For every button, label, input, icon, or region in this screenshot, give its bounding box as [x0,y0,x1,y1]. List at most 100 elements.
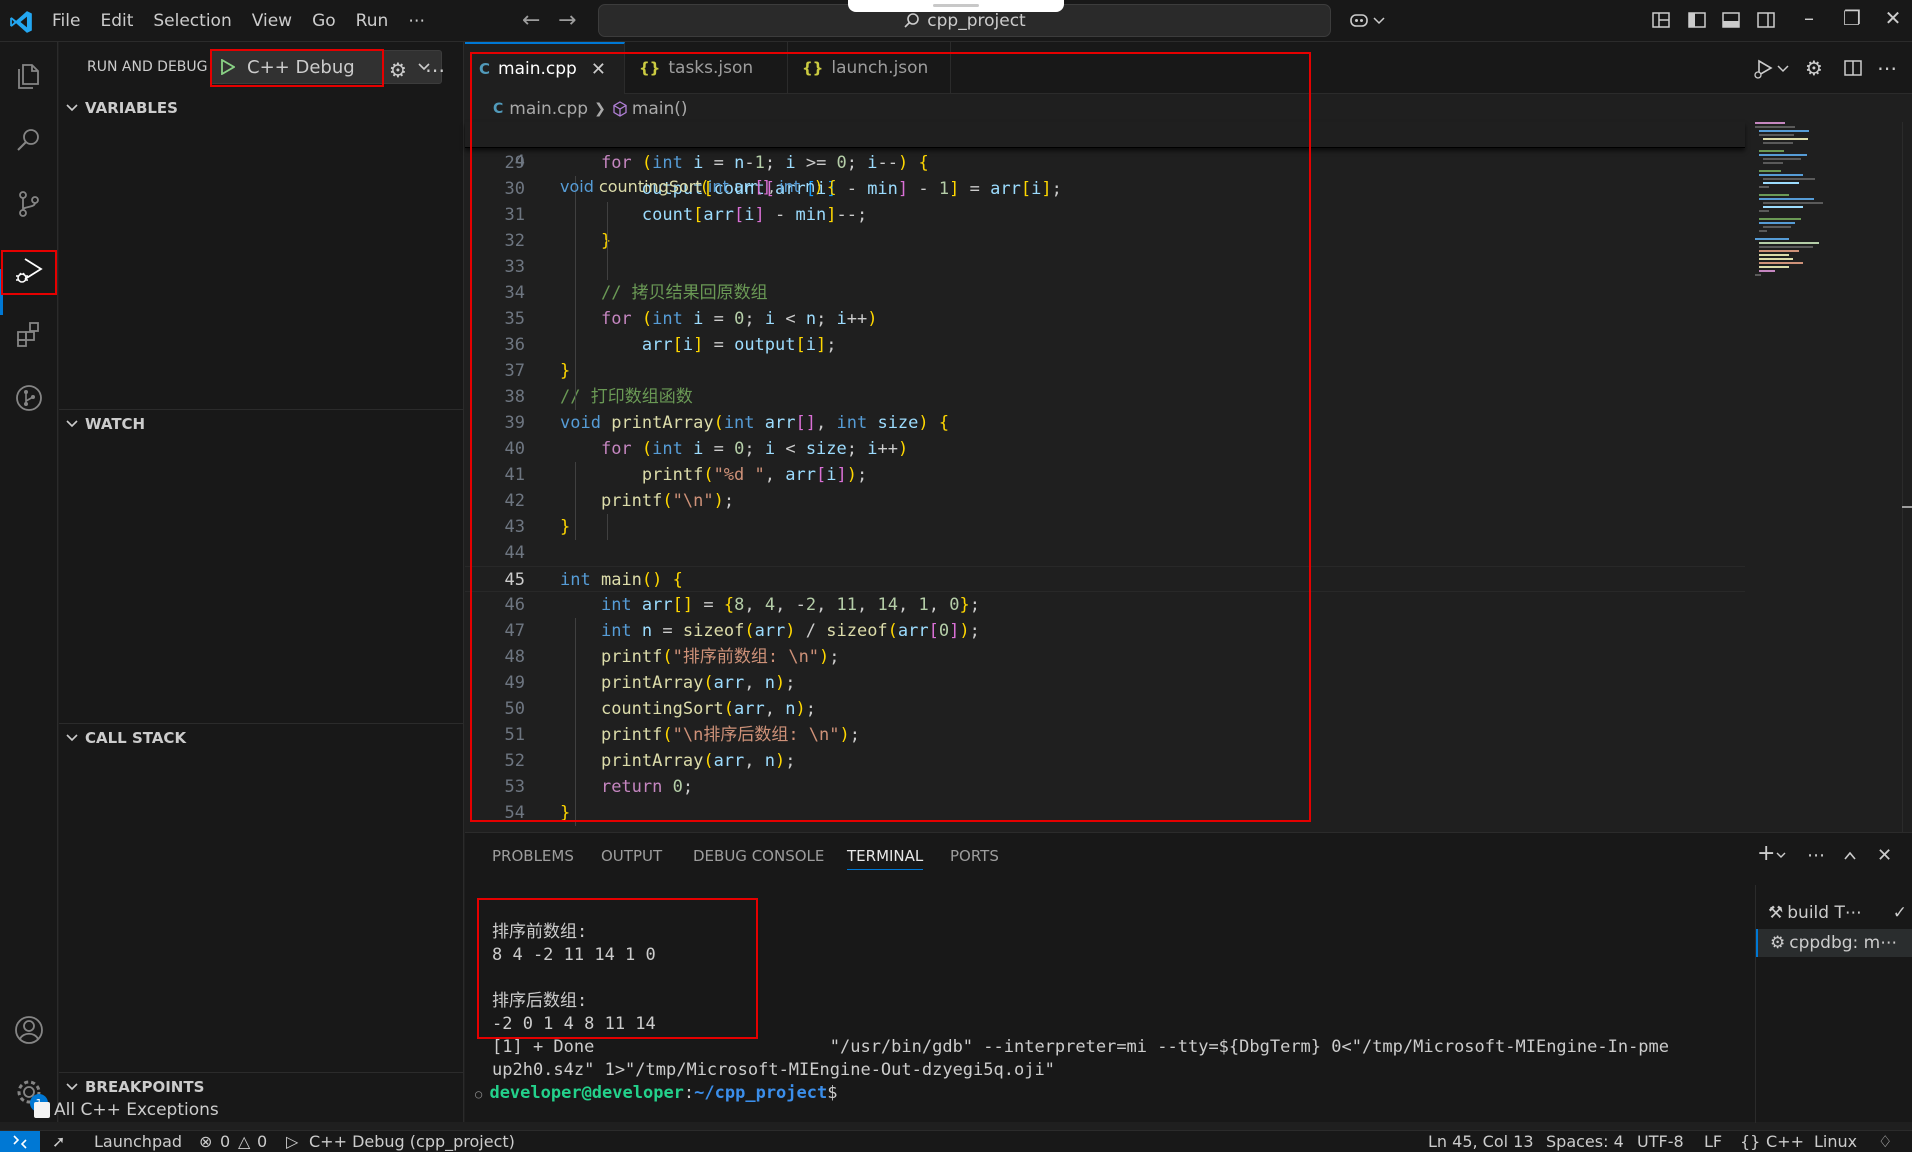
split-editor-icon[interactable] [1841,56,1865,80]
code-line[interactable]: 43} [465,514,1745,540]
tab-problems[interactable]: PROBLEMS [492,847,574,865]
open-launch-json-gear-icon[interactable]: ⚙ [389,58,411,82]
close-tab-icon[interactable]: ✕ [591,59,606,80]
breadcrumb-file[interactable]: main.cpp [509,99,588,119]
eol-status[interactable]: LF [1704,1131,1722,1152]
chevron-down-icon[interactable] [1372,9,1386,31]
run-and-debug-icon[interactable] [9,250,49,290]
breakpoints-section-header[interactable]: BREAKPOINTS [59,1073,464,1101]
accounts-icon[interactable] [9,1010,49,1050]
code-line[interactable]: 46 int arr[] = {8, 4, -2, 11, 14, 1, 0}; [465,592,1745,618]
git-graph-icon[interactable] [9,378,49,418]
code-line[interactable]: 32 } [465,228,1745,254]
menu-view[interactable]: View [242,0,302,42]
restore-window-icon[interactable]: ❐ [1838,6,1866,30]
minimize-window-icon[interactable]: – [1795,6,1823,30]
maximize-panel-chevron-up-icon[interactable] [1842,849,1858,863]
more-actions-icon[interactable]: ⋯ [1807,845,1825,866]
menu-more[interactable]: ⋯ [398,0,435,42]
code-line[interactable]: 48 printf("排序前数组: \n"); [465,644,1745,670]
source-control-icon[interactable] [9,184,49,224]
code-line[interactable]: 54} [465,800,1745,826]
settings-gear-icon[interactable]: ⚙ [1805,56,1829,80]
chevron-down-icon[interactable] [1776,56,1790,80]
warning-icon[interactable]: △ [238,1131,250,1152]
variables-section-header[interactable]: VARIABLES [59,94,464,122]
window-drag-handle[interactable] [848,0,1064,12]
indentation-status[interactable]: Spaces: 4 [1546,1131,1624,1152]
call-stack-section-header[interactable]: CALL STACK [59,724,464,752]
back-arrow-icon[interactable]: ← [522,8,540,33]
code-line[interactable]: 38 // 打印数组函数 [465,384,1745,410]
more-actions-icon[interactable]: ⋯ [1877,56,1901,80]
terminal-instance-build[interactable]: ⚒ build T⋯ ✓ [1756,899,1912,927]
all-cpp-exceptions-breakpoint[interactable]: All C++ Exceptions [34,1100,219,1120]
menu-selection[interactable]: Selection [143,0,241,42]
tab-terminal[interactable]: TERMINAL [847,847,924,870]
code-line[interactable]: 51 printf("\n排序后数组: \n"); [465,722,1745,748]
code-line[interactable]: 39 void printArray(int arr[], int size) { [465,410,1745,436]
terminal-output[interactable]: 排序前数组: 8 4 -2 11 14 1 0 排序后数组: -2 0 1 4 … [465,885,1739,1123]
notifications-bell-icon[interactable]: ♢ [1878,1131,1892,1152]
new-terminal-plus-icon[interactable]: + [1757,841,1775,866]
error-count[interactable]: 0 [220,1131,230,1152]
menu-file[interactable]: File [42,0,90,42]
debug-session-icon[interactable]: ▷ [286,1131,298,1152]
minimap[interactable] [1755,122,1885,322]
extensions-icon[interactable] [9,314,49,354]
code-line[interactable]: 35 for (int i = 0; i < n; i++) [465,306,1745,332]
code-line[interactable]: 50 countingSort(arr, n); [465,696,1745,722]
editor-scrollbar[interactable] [1902,122,1912,832]
code-editor[interactable]: 28 // 构建输出数组29 for (int i = n-1; i >= 0;… [465,122,1745,832]
encoding-status[interactable]: UTF-8 [1637,1131,1684,1152]
code-line[interactable]: 44 [465,540,1745,566]
toggle-secondary-sidebar-icon[interactable] [1755,9,1777,31]
toggle-panel-icon[interactable] [1720,9,1742,31]
launchpad-status[interactable]: Launchpad [94,1131,182,1152]
code-line[interactable]: 34 // 拷贝结果回原数组 [465,280,1745,306]
debug-session-status[interactable]: C++ Debug (cpp_project) [309,1131,515,1152]
code-line[interactable]: 37} [465,358,1745,384]
remote-window-icon[interactable] [0,1131,40,1152]
code-line[interactable]: 53 return 0; [465,774,1745,800]
forward-arrow-icon[interactable]: → [558,8,576,33]
menu-go[interactable]: Go [302,0,346,42]
run-debug-file-icon[interactable] [1752,56,1776,80]
sticky-scroll-line[interactable]: 4 void countingSort(int arr[], int n) { [465,122,1745,196]
copilot-icon[interactable] [1348,9,1370,31]
language-mode[interactable]: C++ [1766,1131,1804,1152]
watch-section-header[interactable]: WATCH [59,410,464,438]
code-line[interactable]: 45 int main() { [465,566,1745,592]
start-debugging-play-icon[interactable] [221,59,235,75]
chevron-down-icon[interactable] [1775,849,1787,861]
error-icon[interactable]: ⊗ [199,1131,212,1152]
code-line[interactable]: 36 arr[i] = output[i]; [465,332,1745,358]
more-actions-icon[interactable]: ⋯ [425,58,447,82]
code-line[interactable]: 33 [465,254,1745,280]
code-line[interactable]: 47 int n = sizeof(arr) / sizeof(arr[0]); [465,618,1745,644]
cursor-position[interactable]: Ln 45, Col 13 [1428,1131,1534,1152]
code-line[interactable]: 40 for (int i = 0; i < size; i++) [465,436,1745,462]
toggle-primary-sidebar-icon[interactable] [1686,9,1708,31]
code-line[interactable]: 52 printArray(arr, n); [465,748,1745,774]
code-line[interactable]: 42 printf("\n"); [465,488,1745,514]
breadcrumb-symbol[interactable]: main() [632,99,688,119]
code-line[interactable]: 29 for (int i = n-1; i >= 0; i--) { [465,150,1745,176]
os-status[interactable]: Linux [1814,1131,1857,1152]
code-line[interactable]: 49 printArray(arr, n); [465,670,1745,696]
close-window-icon[interactable]: ✕ [1879,6,1907,30]
tab-tasks-json[interactable]: {} tasks.json [625,42,788,94]
customize-layout-icon[interactable] [1650,9,1672,31]
code-line[interactable]: 31 count[arr[i] - min]--; [465,202,1745,228]
close-panel-icon[interactable]: ✕ [1877,845,1892,866]
menu-run[interactable]: Run [346,0,399,42]
explorer-icon[interactable] [9,56,49,96]
warning-count[interactable]: 0 [257,1131,267,1152]
menu-edit[interactable]: Edit [90,0,143,42]
code-line[interactable]: 41 printf("%d ", arr[i]); [465,462,1745,488]
tab-debug-console[interactable]: DEBUG CONSOLE [693,847,824,865]
all-cpp-exceptions-checkbox[interactable] [34,1102,50,1118]
tab-main-cpp[interactable]: C main.cpp ✕ [465,42,625,94]
tab-launch-json[interactable]: {} launch.json [788,42,951,94]
launchpad-rocket-icon[interactable]: ➚ [52,1131,65,1152]
